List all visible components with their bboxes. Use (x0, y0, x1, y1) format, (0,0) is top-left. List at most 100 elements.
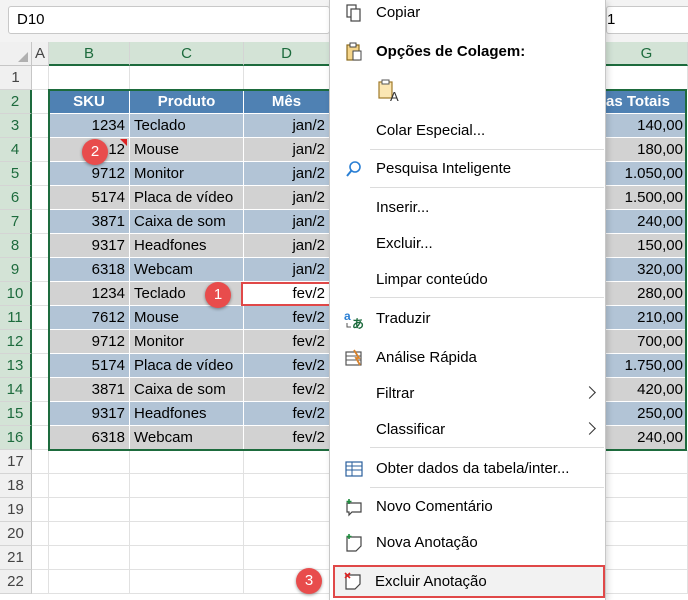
table-cell-produto[interactable]: Caixa de som (130, 378, 244, 402)
empty-cell[interactable] (49, 546, 130, 570)
table-cell-sku[interactable]: 9317 (49, 234, 130, 258)
table-cell-produto[interactable]: Caixa de som (130, 210, 244, 234)
table-cell-produto[interactable]: Placa de vídeo (130, 354, 244, 378)
table-cell-total[interactable]: 140,00 (606, 114, 688, 138)
empty-cell[interactable] (130, 66, 244, 90)
row-header[interactable]: 15 (0, 402, 32, 426)
table-cell-mes[interactable]: fev/2 (244, 378, 330, 402)
row-header[interactable]: 1 (0, 66, 32, 90)
row-header[interactable]: 11 (0, 306, 32, 330)
table-cell-sku[interactable]: 6318 (49, 258, 130, 282)
table-cell-produto[interactable]: Mouse (130, 138, 244, 162)
row-header[interactable]: 21 (0, 546, 32, 570)
row-header[interactable]: 6 (0, 186, 32, 210)
table-cell-sku[interactable]: 1234 (49, 114, 130, 138)
row-header[interactable]: 18 (0, 474, 32, 498)
empty-cell[interactable] (32, 186, 49, 210)
table-cell-produto[interactable]: Headfones (130, 234, 244, 258)
table-cell-produto[interactable]: Webcam (130, 426, 244, 450)
empty-cell[interactable] (244, 498, 330, 522)
empty-cell[interactable] (49, 570, 130, 594)
empty-cell[interactable] (606, 450, 688, 474)
empty-cell[interactable] (32, 354, 49, 378)
empty-cell[interactable] (244, 66, 330, 90)
table-header-cell[interactable]: SKU (49, 90, 130, 114)
row-header[interactable]: 16 (0, 426, 32, 450)
table-cell-mes[interactable]: jan/2 (244, 186, 330, 210)
empty-cell[interactable] (130, 522, 244, 546)
table-cell-mes[interactable]: fev/2 (244, 426, 330, 450)
table-cell-sku[interactable]: 9317 (49, 402, 130, 426)
table-cell-sku[interactable]: 5174 (49, 186, 130, 210)
table-cell-produto[interactable]: Headfones (130, 402, 244, 426)
row-header[interactable]: 12 (0, 330, 32, 354)
empty-cell[interactable] (32, 426, 49, 450)
table-cell-mes[interactable]: fev/2 (244, 330, 330, 354)
row-header[interactable]: 22 (0, 570, 32, 594)
empty-cell[interactable] (244, 522, 330, 546)
row-header[interactable]: 2 (0, 90, 32, 114)
empty-cell[interactable] (606, 66, 688, 90)
row-header[interactable]: 4 (0, 138, 32, 162)
empty-cell[interactable] (130, 570, 244, 594)
row-header[interactable]: 8 (0, 234, 32, 258)
row-header[interactable]: 19 (0, 498, 32, 522)
empty-cell[interactable] (49, 522, 130, 546)
table-cell-produto[interactable]: Teclado (130, 114, 244, 138)
empty-cell[interactable] (32, 378, 49, 402)
table-cell-sku[interactable]: 9712 (49, 162, 130, 186)
empty-cell[interactable] (32, 234, 49, 258)
empty-cell[interactable] (32, 306, 49, 330)
empty-cell[interactable] (244, 474, 330, 498)
empty-cell[interactable] (32, 570, 49, 594)
table-cell-mes[interactable]: fev/2 (244, 306, 330, 330)
row-header[interactable]: 3 (0, 114, 32, 138)
empty-cell[interactable] (49, 450, 130, 474)
table-cell-mes[interactable]: jan/2 (244, 138, 330, 162)
empty-cell[interactable] (32, 138, 49, 162)
table-header-cell[interactable]: Produto (130, 90, 244, 114)
table-header-cell[interactable]: Mês (244, 90, 330, 114)
row-header[interactable]: 20 (0, 522, 32, 546)
table-header-cell[interactable]: as Totais (606, 90, 688, 114)
empty-cell[interactable] (32, 450, 49, 474)
table-cell-mes[interactable]: jan/2 (244, 114, 330, 138)
table-cell-total[interactable]: 700,00 (606, 330, 688, 354)
table-cell-sku[interactable]: 7612 (49, 306, 130, 330)
table-cell-mes[interactable]: jan/2 (244, 162, 330, 186)
table-cell-mes[interactable]: jan/2 (244, 258, 330, 282)
row-header[interactable]: 7 (0, 210, 32, 234)
empty-cell[interactable] (32, 330, 49, 354)
table-cell-total[interactable]: 1.750,00 (606, 354, 688, 378)
empty-cell[interactable] (130, 546, 244, 570)
empty-cell[interactable] (32, 474, 49, 498)
table-cell-sku[interactable]: 3871 (49, 210, 130, 234)
empty-cell[interactable] (32, 66, 49, 90)
table-cell-produto[interactable]: Webcam (130, 258, 244, 282)
select-all-corner[interactable] (0, 42, 32, 66)
table-cell-total[interactable]: 250,00 (606, 402, 688, 426)
table-cell-sku[interactable]: 6318 (49, 426, 130, 450)
table-cell-produto[interactable]: Monitor (130, 162, 244, 186)
empty-cell[interactable] (244, 450, 330, 474)
row-header[interactable]: 9 (0, 258, 32, 282)
table-cell-sku[interactable]: 1234 (49, 282, 130, 306)
empty-cell[interactable] (49, 498, 130, 522)
column-header-d[interactable]: D (244, 42, 330, 66)
empty-cell[interactable] (32, 498, 49, 522)
row-header[interactable]: 10 (0, 282, 32, 306)
empty-cell[interactable] (32, 210, 49, 234)
table-cell-mes[interactable]: fev/2 (244, 282, 330, 306)
table-cell-total[interactable]: 420,00 (606, 378, 688, 402)
empty-cell[interactable] (606, 570, 688, 594)
empty-cell[interactable] (32, 90, 49, 114)
table-cell-mes[interactable]: jan/2 (244, 210, 330, 234)
empty-cell[interactable] (49, 66, 130, 90)
column-header-b[interactable]: B (49, 42, 130, 66)
row-header[interactable]: 14 (0, 378, 32, 402)
table-cell-sku[interactable]: 5174 (49, 354, 130, 378)
name-box[interactable]: D10 (8, 6, 330, 34)
empty-cell[interactable] (606, 546, 688, 570)
empty-cell[interactable] (32, 258, 49, 282)
table-cell-total[interactable]: 1.050,00 (606, 162, 688, 186)
